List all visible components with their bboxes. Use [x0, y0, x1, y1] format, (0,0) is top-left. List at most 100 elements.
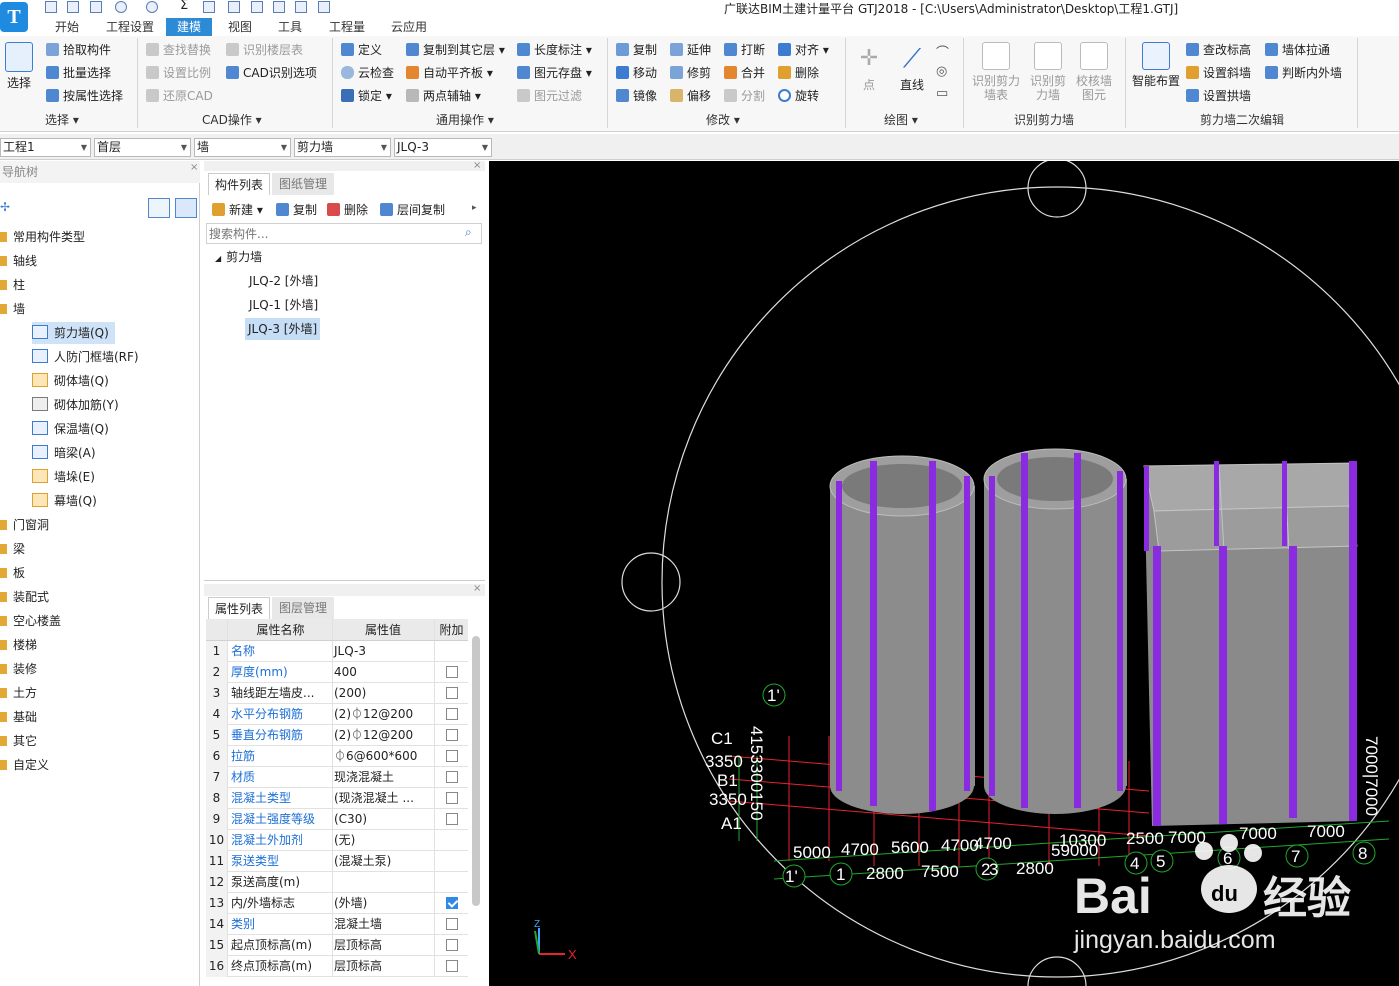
attach-checkbox[interactable]	[445, 666, 458, 678]
search-input[interactable]	[206, 223, 482, 244]
element-filter-button[interactable]: 图元过滤	[517, 86, 582, 106]
lock-button[interactable]: 锁定 ▾	[341, 86, 392, 106]
nav-item[interactable]: 自定义	[0, 754, 49, 776]
nav-item[interactable]: 梁	[0, 538, 25, 560]
nav-sub-item[interactable]: 砌体加筋(Y)	[32, 394, 119, 416]
trim-button[interactable]: 修剪	[670, 63, 711, 83]
auto-align-slab-button[interactable]: 自动平齐板 ▾	[406, 63, 493, 83]
select-big-button[interactable]: 选择	[2, 42, 36, 90]
attach-checkbox[interactable]	[445, 960, 458, 972]
property-name[interactable]: 混凝土强度等级	[230, 809, 330, 830]
delete-button[interactable]: 删除	[778, 63, 819, 83]
length-dim-button[interactable]: 长度标注 ▾	[517, 40, 592, 60]
nav-sub-item[interactable]: 保温墙(Q)	[32, 418, 109, 440]
tab-component-list[interactable]: 构件列表	[208, 173, 270, 195]
property-row[interactable]: 9 混凝土强度等级 (C30)	[206, 809, 468, 830]
copy-button[interactable]: 复制	[616, 40, 657, 60]
pick-component-button[interactable]: 拾取构件	[46, 40, 111, 60]
report-icon[interactable]	[203, 1, 215, 13]
property-value[interactable]: 400	[332, 662, 432, 683]
draw-point-button[interactable]: ✛ 点	[852, 42, 886, 92]
property-row[interactable]: 10 混凝土外加剂 (无)	[206, 830, 468, 851]
property-row[interactable]: 2 厚度(mm) 400	[206, 662, 468, 683]
grid-icon[interactable]	[295, 1, 307, 13]
nav-sub-item-shear-wall[interactable]: 剪力墙(Q)	[32, 322, 115, 344]
group-draw-label[interactable]: 绘图 ▾	[884, 111, 918, 129]
nav-item[interactable]: 轴线	[0, 250, 37, 272]
property-value[interactable]: (外墙)	[332, 893, 432, 914]
property-row[interactable]: 16 终点顶标高(m) 层顶标高	[206, 956, 468, 977]
app-logo-icon[interactable]: T	[0, 2, 28, 32]
property-name[interactable]: 厚度(mm)	[230, 662, 330, 683]
draw-line-button[interactable]: ⟋ 直线	[894, 42, 930, 92]
property-row[interactable]: 1 名称 JLQ-3	[206, 641, 468, 662]
project-select[interactable]: 工程1 ▼	[0, 138, 91, 157]
attach-checkbox[interactable]	[445, 729, 458, 741]
attach-checkbox[interactable]	[445, 771, 458, 783]
copy-component-button[interactable]: 复制	[276, 199, 317, 221]
property-row[interactable]: 14 类别 混凝土墙	[206, 914, 468, 935]
define-button[interactable]: 定义	[341, 40, 382, 60]
property-row[interactable]: 5 垂直分布钢筋 (2)⏀12@200	[206, 725, 468, 746]
extend-button[interactable]: 延伸	[670, 40, 711, 60]
smart-layout-button[interactable]: 智能布置	[1130, 42, 1182, 88]
tab-drawing-manage[interactable]: 图纸管理	[272, 173, 334, 195]
tab-tools[interactable]: 工具	[272, 18, 308, 36]
set-scale-button[interactable]: 设置比例	[146, 63, 211, 83]
save-element-button[interactable]: 图元存盘 ▾	[517, 63, 592, 83]
scrollbar[interactable]	[472, 636, 480, 906]
property-name[interactable]: 垂直分布钢筋	[230, 725, 330, 746]
nav-sub-item[interactable]: 墙垛(E)	[32, 466, 95, 488]
nav-sub-item[interactable]: 人防门框墙(RF)	[32, 346, 139, 368]
batch-select-button[interactable]: 批量选择	[46, 63, 111, 83]
property-name[interactable]: 混凝土类型	[230, 788, 330, 809]
tab-modeling[interactable]: 建模	[166, 18, 212, 36]
property-value[interactable]	[332, 872, 432, 893]
attach-checkbox[interactable]	[445, 708, 458, 720]
type-select[interactable]: 剪力墙 ▼	[294, 138, 391, 157]
tab-property-list[interactable]: 属性列表	[208, 597, 270, 619]
new-component-button[interactable]: 新建 ▾	[212, 199, 263, 221]
attach-checkbox[interactable]	[445, 687, 458, 699]
property-value[interactable]: ⏀6@600*600	[332, 746, 432, 767]
more-icon[interactable]: ▸	[472, 203, 477, 213]
group-common-label[interactable]: 通用操作 ▾	[436, 111, 494, 129]
edit-elevation-button[interactable]: 查改标高	[1186, 40, 1251, 60]
nav-item[interactable]: 土方	[0, 682, 37, 704]
property-value[interactable]: 现浇混凝土	[332, 767, 432, 788]
3d-viewport[interactable]: 5000 4700 5600 4700 4700 10300 2500 7000…	[489, 161, 1399, 986]
tab-start[interactable]: 开始	[48, 18, 86, 36]
property-row[interactable]: 3 轴线距左墙皮... (200)	[206, 683, 468, 704]
attach-checkbox[interactable]	[445, 792, 458, 804]
move-button[interactable]: 移动	[616, 63, 657, 83]
property-row[interactable]: 13 内/外墙标志 (外墙)	[206, 893, 468, 914]
property-row[interactable]: 12 泵送高度(m)	[206, 872, 468, 893]
property-value[interactable]: JLQ-3	[332, 641, 432, 662]
check-wall-button[interactable]: 校核墙图元	[1074, 42, 1114, 102]
property-row[interactable]: 7 材质 现浇混凝土	[206, 767, 468, 788]
nav-item[interactable]: 装修	[0, 658, 37, 680]
component-select[interactable]: JLQ-3 ▼	[394, 138, 492, 157]
close-icon[interactable]: ×	[473, 583, 481, 594]
property-row[interactable]: 11 泵送类型 (混凝土泵)	[206, 851, 468, 872]
tab-view[interactable]: 视图	[222, 18, 258, 36]
align-button[interactable]: 对齐 ▾	[778, 40, 829, 60]
restore-cad-button[interactable]: 还原CAD	[146, 86, 213, 106]
calc-icon[interactable]	[228, 1, 240, 13]
tab-project-settings[interactable]: 工程设置	[100, 18, 160, 36]
group-cad-label[interactable]: CAD操作 ▾	[202, 111, 262, 129]
property-value[interactable]: (C30)	[332, 809, 432, 830]
circle-icon[interactable]: ◎	[936, 64, 947, 79]
property-value[interactable]: 混凝土墙	[332, 914, 432, 935]
attach-checkbox[interactable]	[445, 939, 458, 951]
nav-item[interactable]: 楼梯	[0, 634, 37, 656]
expand-icon[interactable]: ✢	[0, 200, 10, 214]
nav-sub-item[interactable]: 砌体墙(Q)	[32, 370, 109, 392]
nav-item[interactable]: 基础	[0, 706, 37, 728]
undo-icon[interactable]	[115, 1, 127, 13]
search-icon[interactable]: ⌕	[465, 225, 472, 240]
sum-icon[interactable]: Σ	[180, 0, 188, 13]
list-view-icon[interactable]	[148, 198, 170, 218]
offset-button[interactable]: 偏移	[670, 86, 711, 106]
export-icon[interactable]	[251, 1, 263, 13]
